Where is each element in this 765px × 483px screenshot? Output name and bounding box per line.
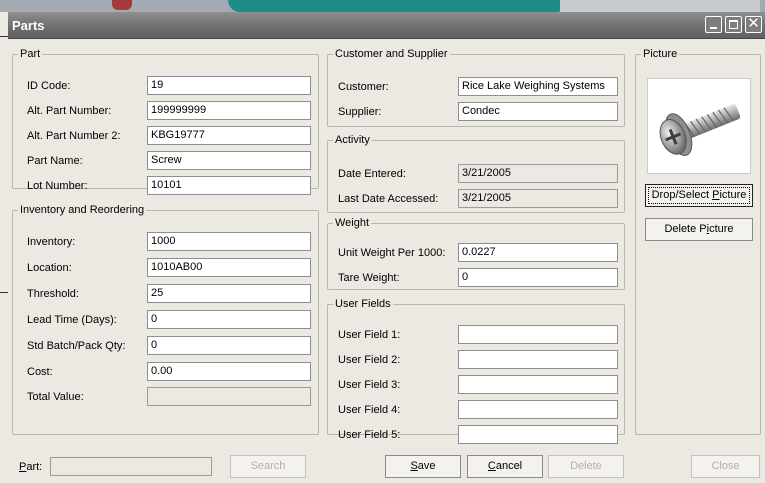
save-button[interactable]: Save [385,455,461,478]
user-field-1-label: User Field 1: [338,329,401,341]
customer-label: Customer: [338,81,389,93]
drop-select-text: Drop/Select [651,189,713,201]
part-name-label: Part Name: [27,155,83,167]
date-entered-label: Date Entered: [338,168,406,180]
weight-legend: Weight [335,217,370,229]
customer-field[interactable]: Rice Lake Weighing Systems [458,77,618,96]
cancel-button[interactable]: Cancel [467,455,543,478]
user-fields-group: User Fields User Field 1: User Field 2: … [327,298,625,444]
lot-number-field[interactable]: 10101 [147,176,311,195]
save-label: ave [417,460,436,472]
screw-image [659,104,741,156]
drop-select-text-end: icture [719,189,747,201]
delete-button[interactable]: Delete [548,455,624,478]
user-fields-legend: User Fields [335,298,391,310]
minimize-icon [710,27,717,29]
alt-part-number-2-field[interactable]: KBG19777 [147,126,311,145]
parts-window: Parts ✕ Part ID Code: 19 Alt. Part Numbe… [8,12,765,483]
activity-legend: Activity [335,134,370,146]
user-field-3-label: User Field 3: [338,379,401,391]
id-code-label: ID Code: [27,80,71,92]
date-entered-field: 3/21/2005 [458,164,618,183]
total-value-field [147,387,311,406]
alt-part-number-label: Alt. Part Number: [27,105,112,117]
customer-supplier-group: Customer and Supplier Customer: Rice Lak… [327,48,625,127]
unit-weight-label: Unit Weight Per 1000: [338,247,446,259]
total-value-label: Total Value: [27,391,84,403]
part-search-label: Part: [19,461,42,473]
user-field-5-input[interactable] [458,425,618,444]
close-icon: ✕ [747,15,760,32]
user-field-5-label: User Field 5: [338,429,401,441]
drop-select-picture-button[interactable]: Drop/Select Picture [645,184,753,207]
weight-group: Weight Unit Weight Per 1000: 0.0227 Tare… [327,217,625,290]
location-field[interactable]: 1010AB00 [147,258,311,277]
inventory-field[interactable]: 1000 [147,232,311,251]
picture-group: Picture Drop/Select Picture Delete Pictu… [635,48,761,435]
picture-legend: Picture [643,48,678,60]
last-date-accessed-field: 3/21/2005 [458,189,618,208]
tare-weight-field[interactable]: 0 [458,268,618,287]
user-field-4-label: User Field 4: [338,404,401,416]
close-button[interactable]: Close [691,455,760,478]
part-search-label-text: art: [26,461,43,473]
part-name-field[interactable]: Screw [147,151,311,170]
inventory-group: Inventory and Reordering Inventory: 1000… [12,204,319,435]
part-legend: Part [20,48,41,60]
user-field-4-input[interactable] [458,400,618,419]
supplier-label: Supplier: [338,106,382,118]
search-button[interactable]: Search [230,455,306,478]
window-title: Parts [12,18,45,33]
user-field-2-input[interactable] [458,350,618,369]
location-label: Location: [27,262,72,274]
cost-label: Cost: [27,366,53,378]
save-accel: S [410,460,418,472]
delete-picture-text: Delete P [664,223,707,235]
delete-picture-text-end: cture [709,223,734,235]
unit-weight-field[interactable]: 0.0227 [458,243,618,262]
part-group: Part ID Code: 19 Alt. Part Number: 19999… [12,48,319,195]
std-batch-pack-qty-field[interactable]: 0 [147,336,311,355]
lead-time-field[interactable]: 0 [147,310,311,329]
last-date-accessed-label: Last Date Accessed: [338,193,439,205]
cancel-label: ancel [495,460,523,472]
activity-group: Activity Date Entered: 3/21/2005 Last Da… [327,134,625,213]
background-desktop [0,0,765,12]
std-batch-pack-qty-label: Std Batch/Pack Qty: [27,340,126,352]
alt-part-number-2-label: Alt. Part Number 2: [27,130,121,142]
supplier-field[interactable]: Condec [458,102,618,121]
part-search-field[interactable] [50,457,212,476]
delete-picture-button[interactable]: Delete Picture [645,218,753,241]
user-field-2-label: User Field 2: [338,354,401,366]
inventory-legend: Inventory and Reordering [20,204,145,216]
maximize-button[interactable] [725,16,742,33]
maximize-icon [729,20,738,29]
lead-time-label: Lead Time (Days): [27,314,117,326]
id-code-field[interactable]: 19 [147,76,311,95]
user-field-1-input[interactable] [458,325,618,344]
user-field-3-input[interactable] [458,375,618,394]
threshold-label: Threshold: [27,288,79,300]
close-window-button[interactable]: ✕ [745,15,762,33]
lot-number-label: Lot Number: [27,180,88,192]
cost-field[interactable]: 0.00 [147,362,311,381]
threshold-field[interactable]: 25 [147,284,311,303]
background-teal-shape [228,0,568,12]
title-bar[interactable]: Parts ✕ [8,12,765,39]
cancel-accel: C [487,460,496,472]
tare-weight-label: Tare Weight: [338,272,400,284]
part-picture [647,78,751,174]
minimize-button[interactable] [705,16,722,33]
customer-supplier-legend: Customer and Supplier [335,48,448,60]
background-grey-shape [560,0,760,12]
inventory-label: Inventory: [27,236,76,248]
background-red-shape [112,0,132,10]
alt-part-number-field[interactable]: 199999999 [147,101,311,120]
